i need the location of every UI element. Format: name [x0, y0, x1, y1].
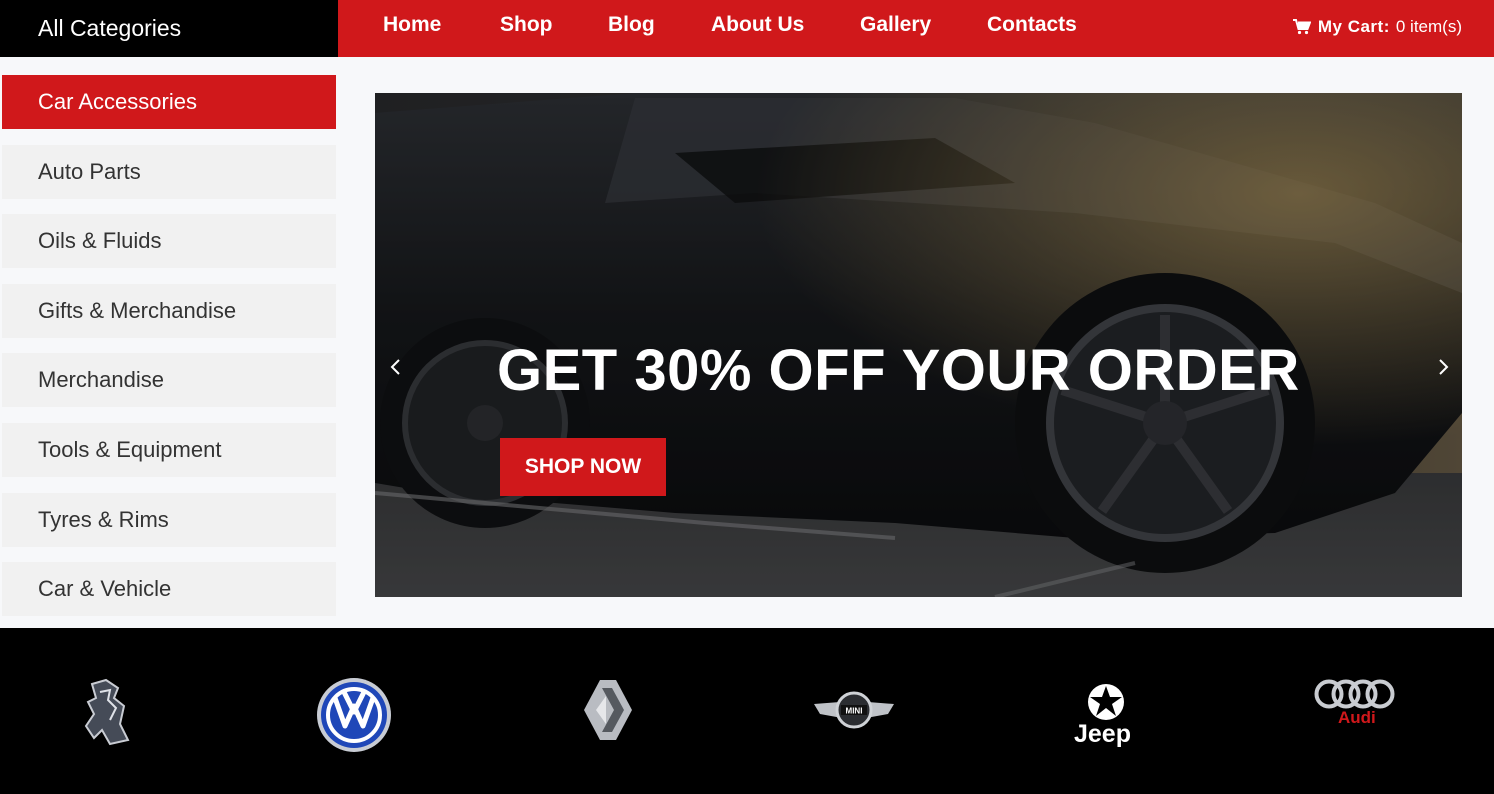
brand-strip: MINI Jeep Audi	[0, 628, 1494, 794]
chevron-right-icon[interactable]	[1432, 355, 1454, 379]
all-categories-header[interactable]: All Categories	[0, 0, 338, 57]
shop-now-button[interactable]: SHOP NOW	[500, 438, 666, 496]
sidebar-item-label: Car Accessories	[38, 89, 197, 114]
nav-gallery[interactable]: Gallery	[860, 13, 931, 37]
sidebar-item-label: Tyres & Rims	[38, 506, 169, 532]
sidebar-item-label: Auto Parts	[38, 158, 141, 184]
sidebar-item-label: Oils & Fluids	[38, 228, 162, 254]
mini-logo-text: MINI	[846, 707, 863, 716]
jeep-logo[interactable]: Jeep	[1070, 682, 1142, 752]
sidebar-item-auto-parts[interactable]: Auto Parts	[2, 144, 336, 199]
hero-slider: GET 30% OFF YOUR ORDER SHOP NOW	[375, 93, 1462, 597]
sidebar-item-car-vehicle[interactable]: Car & Vehicle	[2, 562, 336, 617]
cart-label: My Cart:	[1317, 17, 1390, 36]
sidebar-item-label: Merchandise	[38, 367, 164, 393]
nav-shop[interactable]: Shop	[500, 13, 553, 37]
category-sidebar: Car Accessories Auto Parts Oils & Fluids…	[2, 75, 336, 632]
sidebar-item-merchandise[interactable]: Merchandise	[2, 353, 336, 408]
audi-logo-text: Audi	[1338, 708, 1376, 727]
sidebar-item-label: Tools & Equipment	[38, 436, 222, 462]
cart-count: 0 item(s)	[1395, 17, 1462, 36]
chevron-left-icon[interactable]	[385, 355, 407, 379]
nav-about-us[interactable]: About Us	[711, 13, 804, 37]
my-cart[interactable]: My Cart: 0 item(s)	[1292, 17, 1462, 37]
hero-title: GET 30% OFF YOUR ORDER	[497, 338, 1300, 403]
sidebar-item-tools-equipment[interactable]: Tools & Equipment	[2, 422, 336, 477]
volkswagen-logo[interactable]	[315, 676, 393, 754]
nav-home[interactable]: Home	[383, 13, 441, 37]
sidebar-item-oils-fluids[interactable]: Oils & Fluids	[2, 214, 336, 269]
sidebar-item-tyres-rims[interactable]: Tyres & Rims	[2, 492, 336, 547]
sidebar-item-gifts-merchandise[interactable]: Gifts & Merchandise	[2, 283, 336, 338]
all-categories-title: All Categories	[38, 15, 182, 41]
cart-icon	[1292, 19, 1311, 35]
sidebar-item-car-accessories[interactable]: Car Accessories	[2, 75, 336, 129]
renault-logo[interactable]	[582, 678, 634, 742]
audi-rings-icon	[1314, 679, 1395, 709]
sidebar-item-label: Gifts & Merchandise	[38, 297, 237, 323]
nav-blog[interactable]: Blog	[608, 13, 655, 37]
jeep-star-icon	[1088, 684, 1124, 720]
sidebar-item-label: Car & Vehicle	[38, 576, 172, 602]
peugeot-logo[interactable]	[80, 678, 134, 748]
nav-contacts[interactable]: Contacts	[987, 13, 1077, 37]
audi-logo[interactable]: Audi	[1312, 678, 1398, 730]
jeep-logo-text: Jeep	[1074, 720, 1131, 748]
mini-logo[interactable]: MINI	[812, 690, 896, 730]
main-nav: Home Shop Blog About Us Gallery Contacts…	[338, 0, 1494, 57]
